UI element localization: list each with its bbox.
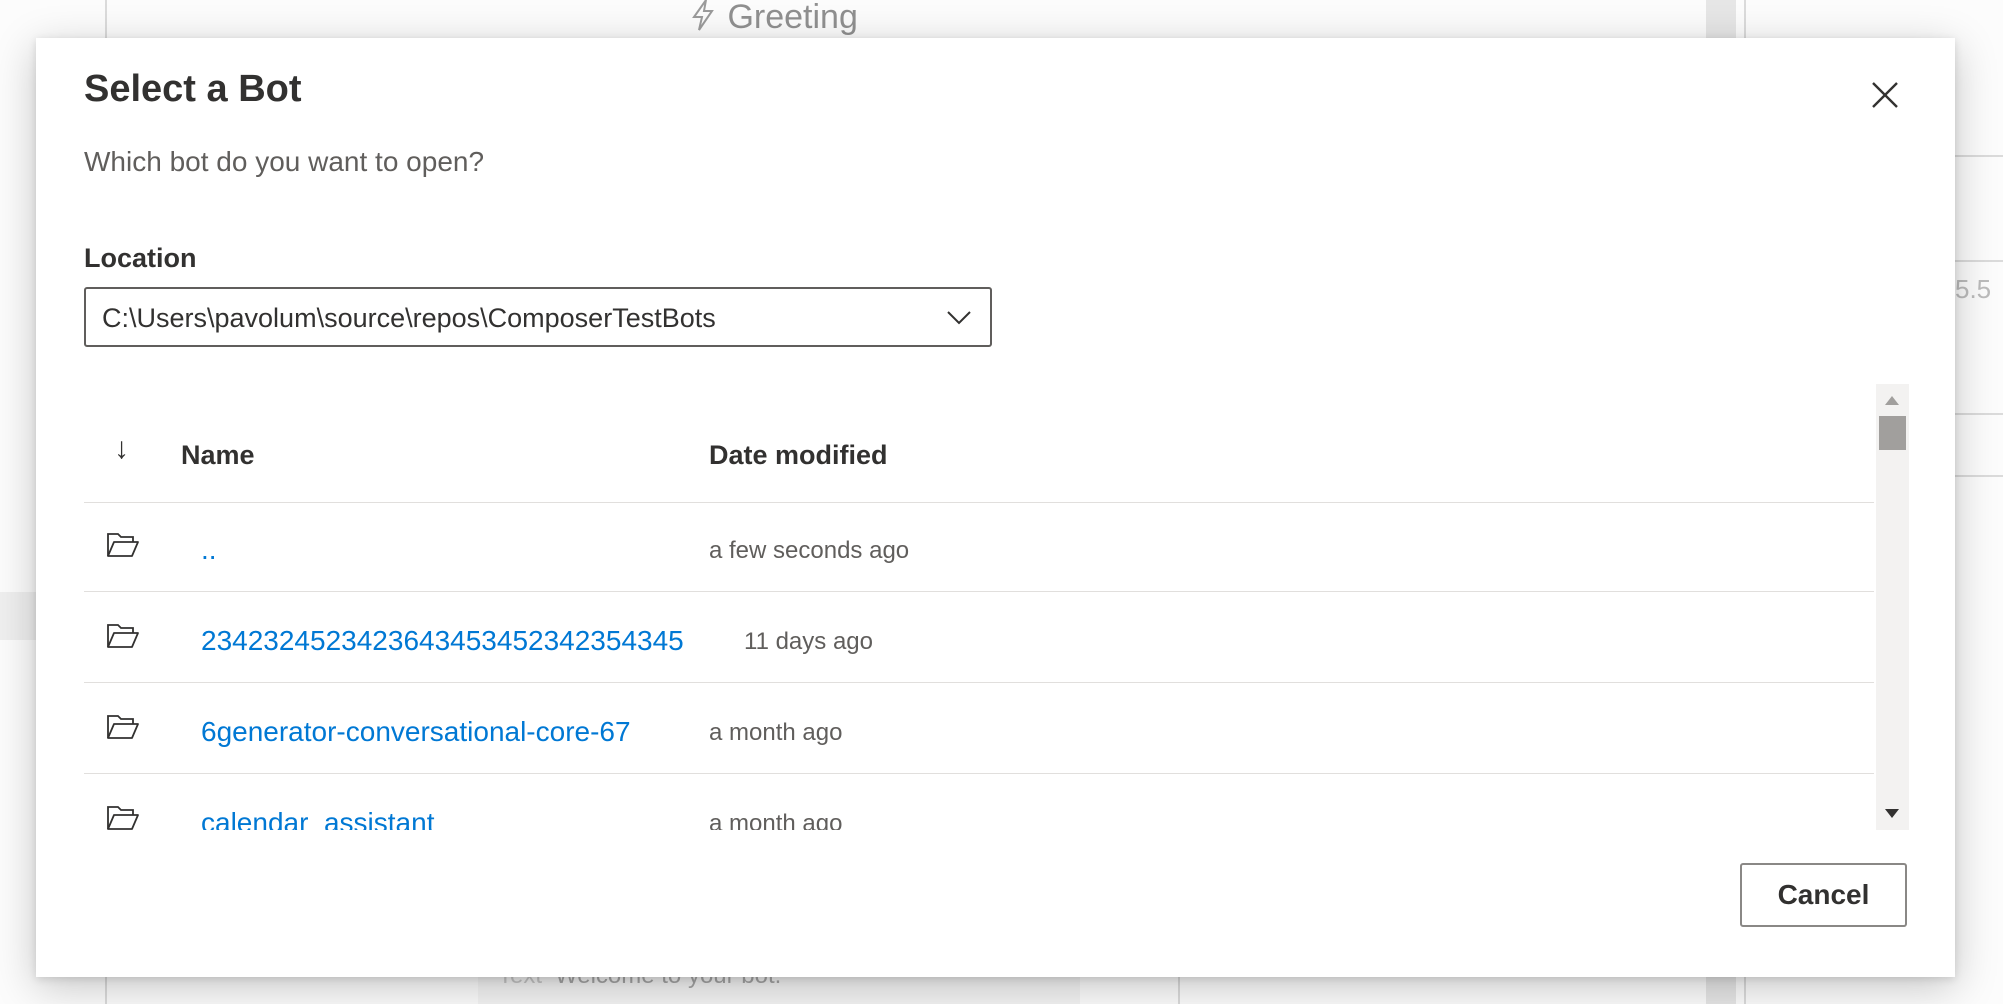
dialog-subtitle: Which bot do you want to open? xyxy=(84,146,485,177)
location-label: Location xyxy=(84,243,197,273)
date-modified: a month ago xyxy=(709,810,843,830)
dialog-title: Select a Bot xyxy=(84,68,302,110)
date-modified: 11 days ago xyxy=(744,628,873,655)
folder-open-icon xyxy=(107,715,139,739)
location-dropdown[interactable]: C:\Users\pavolum\source\repos\ComposerTe… xyxy=(84,287,992,347)
folder-open-icon xyxy=(107,624,139,648)
list-item[interactable]: 2342324523423643453452342354345 11 days … xyxy=(84,593,1874,683)
chevron-down-icon[interactable] xyxy=(946,307,972,327)
bot-name-link[interactable]: calendar_assistant xyxy=(201,807,434,830)
list-scrollbar[interactable] xyxy=(1876,384,1909,830)
bot-name-link[interactable]: 2342324523423643453452342354345 xyxy=(201,625,684,657)
bot-name-link[interactable]: .. xyxy=(201,534,217,566)
close-button[interactable] xyxy=(1868,78,1902,112)
cancel-button[interactable]: Cancel xyxy=(1740,863,1907,927)
date-modified: a month ago xyxy=(709,719,843,746)
list-header: ↓ Name Date modified xyxy=(84,384,1874,503)
close-icon[interactable] xyxy=(1868,78,1902,112)
scroll-up-arrow-icon[interactable] xyxy=(1885,396,1899,405)
list-item[interactable]: 6generator-conversational-core-67 a mont… xyxy=(84,684,1874,774)
date-modified: a few seconds ago xyxy=(709,537,910,564)
column-header-name[interactable]: Name xyxy=(181,440,255,471)
bot-name-link[interactable]: 6generator-conversational-core-67 xyxy=(201,716,631,748)
location-value: C:\Users\pavolum\source\repos\ComposerTe… xyxy=(102,303,716,333)
folder-open-icon xyxy=(107,533,139,557)
column-header-date[interactable]: Date modified xyxy=(709,440,888,471)
bot-list: ↓ Name Date modified .. a few seconds ag… xyxy=(84,384,1906,830)
list-item[interactable]: calendar_assistant a month ago xyxy=(84,775,1874,830)
sort-arrow-icon[interactable]: ↓ xyxy=(114,432,129,466)
scroll-down-arrow-icon[interactable] xyxy=(1885,809,1899,818)
folder-open-icon xyxy=(107,806,139,830)
scroll-thumb[interactable] xyxy=(1879,416,1906,450)
list-item[interactable]: .. a few seconds ago xyxy=(84,502,1874,592)
select-bot-dialog: Select a Bot Which bot do you want to op… xyxy=(36,38,1955,977)
